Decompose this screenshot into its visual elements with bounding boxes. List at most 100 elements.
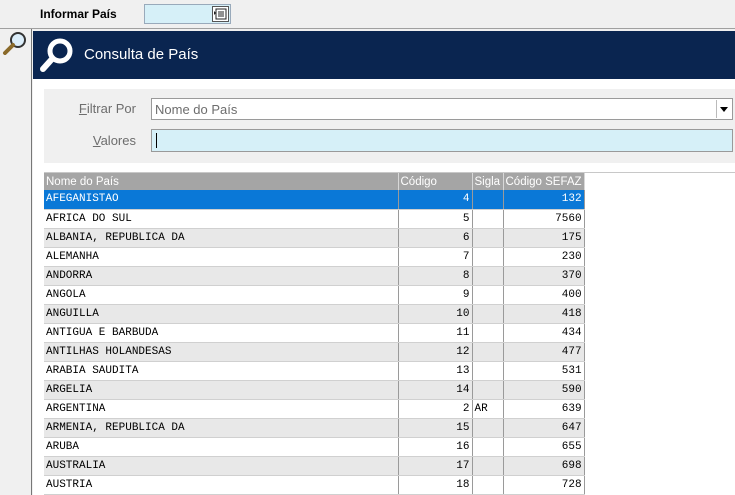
cell-codigo-sefaz: 590	[503, 380, 585, 400]
cell-codigo-sefaz: 434	[503, 323, 585, 343]
cell-codigo-sefaz: 370	[503, 266, 585, 286]
cell-sigla	[472, 247, 504, 267]
cell-nome: ANTILHAS HOLANDESAS	[44, 342, 399, 362]
table-row[interactable]: ARMENIA, REPUBLICA DA 15 647	[44, 418, 585, 438]
cell-codigo-sefaz: 418	[503, 304, 585, 324]
cell-sigla	[472, 380, 504, 400]
cell-sigla	[472, 209, 504, 229]
cell-codigo: 18	[398, 475, 473, 495]
cell-codigo-sefaz: 175	[503, 228, 585, 248]
informar-pais-field[interactable]	[144, 4, 231, 24]
cell-sigla	[472, 342, 504, 362]
col-header-codigo-sefaz[interactable]: Código SEFAZ	[503, 173, 585, 190]
cell-codigo-sefaz: 7560	[503, 209, 585, 229]
dropdown-arrow-icon[interactable]	[716, 100, 731, 118]
cell-nome: ALEMANHA	[44, 247, 399, 267]
cell-codigo-sefaz: 531	[503, 361, 585, 381]
filtrar-por-select[interactable]: Nome do País	[151, 98, 733, 120]
cell-nome: AUSTRALIA	[44, 456, 399, 476]
col-header-sigla[interactable]: Sigla	[472, 173, 504, 190]
table-row[interactable]: ARUBA 16 655	[44, 437, 585, 457]
cell-codigo-sefaz: 728	[503, 475, 585, 495]
table-row[interactable]: ARGELIA 14 590	[44, 380, 585, 400]
cell-codigo-sefaz: 230	[503, 247, 585, 267]
filtrar-por-value: Nome do País	[155, 102, 238, 117]
cell-codigo: 7	[398, 247, 473, 267]
cell-codigo: 16	[398, 437, 473, 457]
paises-table: Nome do País Código Sigla Código SEFAZ A…	[44, 173, 585, 495]
cell-nome: ANTIGUA E BARBUDA	[44, 323, 399, 343]
cell-sigla	[472, 456, 504, 476]
filter-section: Filtrar Por Nome do País Valores	[44, 89, 735, 163]
cell-codigo: 6	[398, 228, 473, 248]
cell-sigla	[472, 285, 504, 305]
cell-codigo: 2	[398, 399, 473, 419]
table-row[interactable]: AUSTRIA 18 728	[44, 475, 585, 495]
table-row[interactable]: ANGOLA 9 400	[44, 285, 585, 305]
table-row[interactable]: ANGUILLA 10 418	[44, 304, 585, 324]
cell-sigla	[472, 475, 504, 495]
cell-sigla	[472, 228, 504, 248]
cell-codigo-sefaz: 698	[503, 456, 585, 476]
cell-codigo: 14	[398, 380, 473, 400]
cell-codigo: 15	[398, 418, 473, 438]
cell-codigo-sefaz: 477	[503, 342, 585, 362]
lookup-list-icon[interactable]	[212, 6, 229, 22]
left-gutter	[0, 29, 32, 495]
table-row[interactable]: ALEMANHA 7 230	[44, 247, 585, 267]
table-row[interactable]: ALBANIA, REPUBLICA DA 6 175	[44, 228, 585, 248]
table-row[interactable]: ANTILHAS HOLANDESAS 12 477	[44, 342, 585, 362]
cell-codigo: 12	[398, 342, 473, 362]
cell-nome: AUSTRIA	[44, 475, 399, 495]
table-row[interactable]: ANDORRA 8 370	[44, 266, 585, 286]
col-header-nome[interactable]: Nome do País	[44, 173, 399, 190]
filtrar-por-label: Filtrar Por	[78, 101, 136, 116]
cell-codigo-sefaz: 132	[503, 190, 585, 210]
cell-nome: ARUBA	[44, 437, 399, 457]
cell-nome: ARABIA SAUDITA	[44, 361, 399, 381]
cell-codigo: 17	[398, 456, 473, 476]
cell-nome: ANDORRA	[44, 266, 399, 286]
table-row[interactable]: ARABIA SAUDITA 13 531	[44, 361, 585, 381]
cell-sigla	[472, 190, 504, 210]
cell-codigo: 10	[398, 304, 473, 324]
cell-nome: AFEGANISTAO	[44, 190, 399, 210]
cell-sigla: AR	[472, 399, 504, 419]
cell-codigo-sefaz: 655	[503, 437, 585, 457]
valores-input[interactable]	[151, 129, 733, 152]
consulta-panel: Consulta de País Filtrar Por Nome do Paí…	[33, 31, 735, 495]
valores-label: Valores	[92, 133, 136, 148]
cell-codigo: 9	[398, 285, 473, 305]
table-row[interactable]: ARGENTINA 2 AR 639	[44, 399, 585, 419]
col-header-codigo[interactable]: Código	[398, 173, 473, 190]
cell-codigo: 8	[398, 266, 473, 286]
cell-sigla	[472, 323, 504, 343]
cell-sigla	[472, 437, 504, 457]
cell-nome: AFRICA DO SUL	[44, 209, 399, 229]
table-row[interactable]: ANTIGUA E BARBUDA 11 434	[44, 323, 585, 343]
cell-nome: ARMENIA, REPUBLICA DA	[44, 418, 399, 438]
panel-header: Consulta de País	[33, 31, 735, 79]
cell-codigo: 5	[398, 209, 473, 229]
cell-nome: ALBANIA, REPUBLICA DA	[44, 228, 399, 248]
table-row[interactable]: AUSTRALIA 17 698	[44, 456, 585, 476]
top-toolbar: Informar País	[0, 0, 735, 29]
table-header: Nome do País Código Sigla Código SEFAZ	[44, 173, 585, 190]
cell-sigla	[472, 361, 504, 381]
text-caret	[156, 133, 157, 148]
informar-pais-label: Informar País	[40, 7, 117, 21]
cell-codigo: 4	[398, 190, 473, 210]
table-row[interactable]: AFRICA DO SUL 5 7560	[44, 209, 585, 229]
cell-codigo: 13	[398, 361, 473, 381]
cell-sigla	[472, 266, 504, 286]
cell-nome: ARGENTINA	[44, 399, 399, 419]
cell-nome: ANGUILLA	[44, 304, 399, 324]
table-row[interactable]: AFEGANISTAO 4 132	[44, 190, 585, 210]
cell-nome: ARGELIA	[44, 380, 399, 400]
cell-codigo-sefaz: 400	[503, 285, 585, 305]
cell-codigo-sefaz: 647	[503, 418, 585, 438]
cell-sigla	[472, 418, 504, 438]
cell-codigo: 11	[398, 323, 473, 343]
panel-title: Consulta de País	[84, 46, 199, 63]
zoom-search-icon[interactable]	[2, 31, 28, 58]
